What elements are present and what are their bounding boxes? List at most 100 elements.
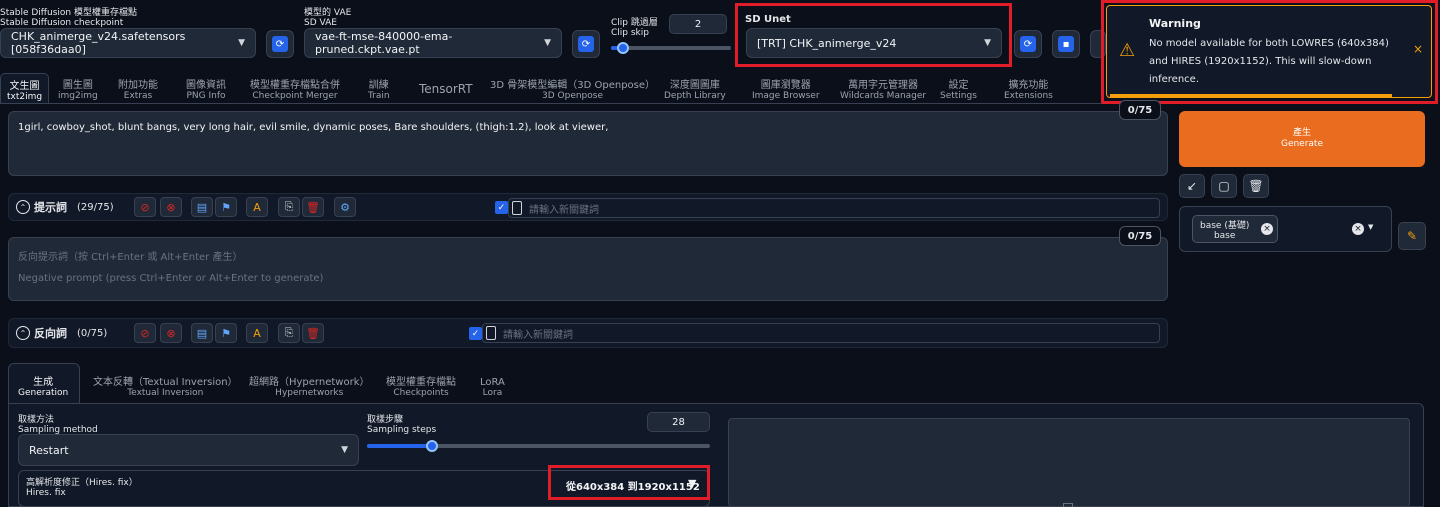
tab-label-zh: 3D 骨架模型編輯（3D Openpose） [490, 80, 656, 91]
disable-icon[interactable]: ⊗ [160, 323, 182, 343]
styles-selector[interactable]: base (基礎) base × × ▼ [1179, 206, 1392, 252]
unet-settings-button[interactable]: ▪ [1052, 30, 1080, 58]
tab-label-zh: 訓練 [368, 80, 389, 91]
negative-keyword-input[interactable]: 請輸入新關鍵詞 [482, 323, 1160, 343]
subtab-textual-inversion[interactable]: 文本反轉（Textual Inversion） Textual Inversion [93, 377, 238, 399]
subtab-label-en: Checkpoints [393, 388, 449, 398]
unet-refresh-button[interactable]: ⟳ [1014, 30, 1042, 58]
square-icon[interactable]: ▢ [1211, 174, 1237, 198]
tab-wildcards-manager[interactable]: 萬用字元管理器 Wildcards Manager [840, 80, 926, 102]
chevron-up-icon: ⌃ [16, 200, 30, 214]
copy-icon[interactable]: ⎘ [278, 197, 300, 217]
chevron-down-icon: ▼ [544, 38, 551, 48]
tab-image-browser[interactable]: 圖庫瀏覽器 Image Browser [752, 80, 820, 102]
checkpoint-refresh-button[interactable]: ⟳ [266, 30, 294, 58]
subtab-lora[interactable]: LoRA Lora [480, 377, 505, 399]
subtab-label-zh: 模型權重存檔點 [386, 377, 456, 388]
style-tag-en: base [1213, 231, 1236, 241]
translate-icon[interactable]: A [246, 323, 268, 343]
clip-skip-label: Clip 跳過層 Clip skip [611, 18, 658, 38]
arrow-icon[interactable]: ↙ [1179, 174, 1205, 198]
prompt-tools-count: (29/75) [77, 201, 114, 213]
subtab-label-en: Hypernetworks [275, 388, 344, 398]
unet-highlight-box [735, 3, 1012, 67]
clip-skip-slider-knob[interactable] [617, 42, 629, 54]
subtab-generation[interactable]: 生成 Generation [18, 377, 68, 399]
copy-icon[interactable]: ⎘ [278, 323, 300, 343]
close-icon[interactable]: × [1261, 223, 1273, 235]
tab-settings[interactable]: 設定 Settings [940, 80, 977, 102]
chevron-down-icon: ▼ [238, 38, 245, 48]
tab-label-en: Extras [123, 91, 153, 101]
history-icon[interactable]: ▤ [191, 323, 213, 343]
vae-refresh-button[interactable]: ⟳ [572, 30, 600, 58]
pencil-icon[interactable]: ✎ [1398, 222, 1426, 250]
prompt-textarea[interactable]: 1girl, cowboy_shot, blunt bangs, very lo… [8, 111, 1168, 176]
sampling-steps-label-en: Sampling steps [367, 425, 437, 435]
keyword-checkbox[interactable]: ✓ [495, 201, 508, 214]
tab-label-zh: 圖像資訊 [186, 80, 226, 91]
vae-dropdown[interactable]: vae-ft-mse-840000-ema-pruned.ckpt.vae.pt… [304, 28, 562, 58]
tab-label-zh: TensorRT [419, 82, 473, 96]
checkpoint-label: Stable Diffusion 模型權重存檔點 Stable Diffusio… [0, 8, 137, 28]
trash-icon[interactable]: 🗑 [302, 197, 324, 217]
negative-token-counter: 0/75 [1119, 226, 1161, 246]
refresh-icon: ⟳ [1020, 36, 1036, 52]
negative-placeholder-zh: 反向提示詞（按 Ctrl+Enter 或 Alt+Enter 產生） [18, 252, 243, 263]
tab-extras[interactable]: 附加功能 Extras [118, 80, 158, 102]
sampling-steps-slider-fill [367, 444, 433, 448]
document-icon [486, 326, 496, 340]
disable-icon[interactable]: ⊗ [160, 197, 182, 217]
subtab-hypernetworks[interactable]: 超網路（Hypernetwork） Hypernetworks [249, 377, 369, 399]
tab-label-zh: 附加功能 [118, 80, 158, 91]
generate-label-zh: 產生 [1292, 128, 1311, 138]
keyword-checkbox[interactable]: ✓ [469, 327, 482, 340]
prompt-keyword-input[interactable]: 請輸入新關鍵詞 [508, 198, 1160, 218]
tab-train[interactable]: 訓練 Train [368, 80, 390, 102]
bookmark-icon[interactable]: ⚑ [215, 197, 237, 217]
tab-label-en: Train [368, 91, 390, 101]
subtab-label-en: Lora [482, 388, 503, 398]
document-icon [512, 201, 522, 215]
tab-png-info[interactable]: 圖像資訊 PNG Info [186, 80, 226, 102]
tab-label-zh: 圖庫瀏覽器 [760, 80, 811, 91]
checkpoint-dropdown[interactable]: CHK_animerge_v24.safetensors [058f36daa0… [0, 28, 256, 58]
tab-label-zh: 模型權重存檔點合併 [250, 80, 340, 91]
tab-label-en: Image Browser [752, 91, 820, 101]
tab-txt2img[interactable]: 文生圖 txt2img [0, 73, 50, 104]
tab-depth-library[interactable]: 深度圖圖庫 Depth Library [664, 80, 726, 102]
square-icon: ▪ [1058, 36, 1074, 52]
warning-highlight-box [1101, 0, 1438, 104]
chevron-down-icon[interactable]: ▼ [1368, 223, 1373, 231]
sampling-steps-number[interactable]: 28 [647, 412, 710, 432]
sampling-method-dropdown[interactable]: Restart ▼ [18, 434, 359, 466]
generate-button[interactable]: 產生 Generate [1179, 111, 1425, 167]
tab-label-en: img2img [58, 91, 98, 101]
tab-3d-openpose[interactable]: 3D 骨架模型編輯（3D Openpose） 3D Openpose [490, 80, 655, 102]
clear-icon[interactable]: ⊘ [134, 323, 156, 343]
prompt-tools-toggle[interactable]: ⌃ 提示詞 (29/75) [16, 199, 114, 215]
trash-icon[interactable]: 🗑 [1243, 174, 1269, 198]
style-tag-zh: base (基礎) [1200, 221, 1250, 231]
trash-icon[interactable]: 🗑 [302, 323, 324, 343]
image-output-area [728, 418, 1410, 507]
tab-extensions[interactable]: 擴充功能 Extensions [1004, 80, 1053, 102]
negative-tools-toggle[interactable]: ⌃ 反向詞 (0/75) [16, 325, 107, 341]
subtab-checkpoints[interactable]: 模型權重存檔點 Checkpoints [386, 377, 456, 399]
checkpoint-label-en: Stable Diffusion checkpoint [0, 18, 124, 28]
translate-icon[interactable]: A [246, 197, 268, 217]
clear-styles-icon[interactable]: × [1352, 223, 1364, 235]
negative-tools-title: 反向詞 [34, 327, 67, 340]
tab-img2img[interactable]: 圖生圖 img2img [58, 80, 98, 102]
negative-prompt-textarea[interactable]: 反向提示詞（按 Ctrl+Enter 或 Alt+Enter 產生） Negat… [8, 237, 1168, 301]
gear-icon[interactable]: ⚙ [334, 197, 356, 217]
checkpoint-value: CHK_animerge_v24.safetensors [058f36daa0… [11, 30, 186, 56]
clear-icon[interactable]: ⊘ [134, 197, 156, 217]
history-icon[interactable]: ▤ [191, 197, 213, 217]
clip-skip-slider[interactable] [611, 46, 731, 50]
bookmark-icon[interactable]: ⚑ [215, 323, 237, 343]
clip-skip-number[interactable]: 2 [669, 14, 727, 34]
tab-tensorrt[interactable]: TensorRT [419, 82, 473, 96]
subtab-label-zh: LoRA [480, 377, 505, 388]
tab-checkpoint-merger[interactable]: 模型權重存檔點合併 Checkpoint Merger [250, 80, 340, 102]
